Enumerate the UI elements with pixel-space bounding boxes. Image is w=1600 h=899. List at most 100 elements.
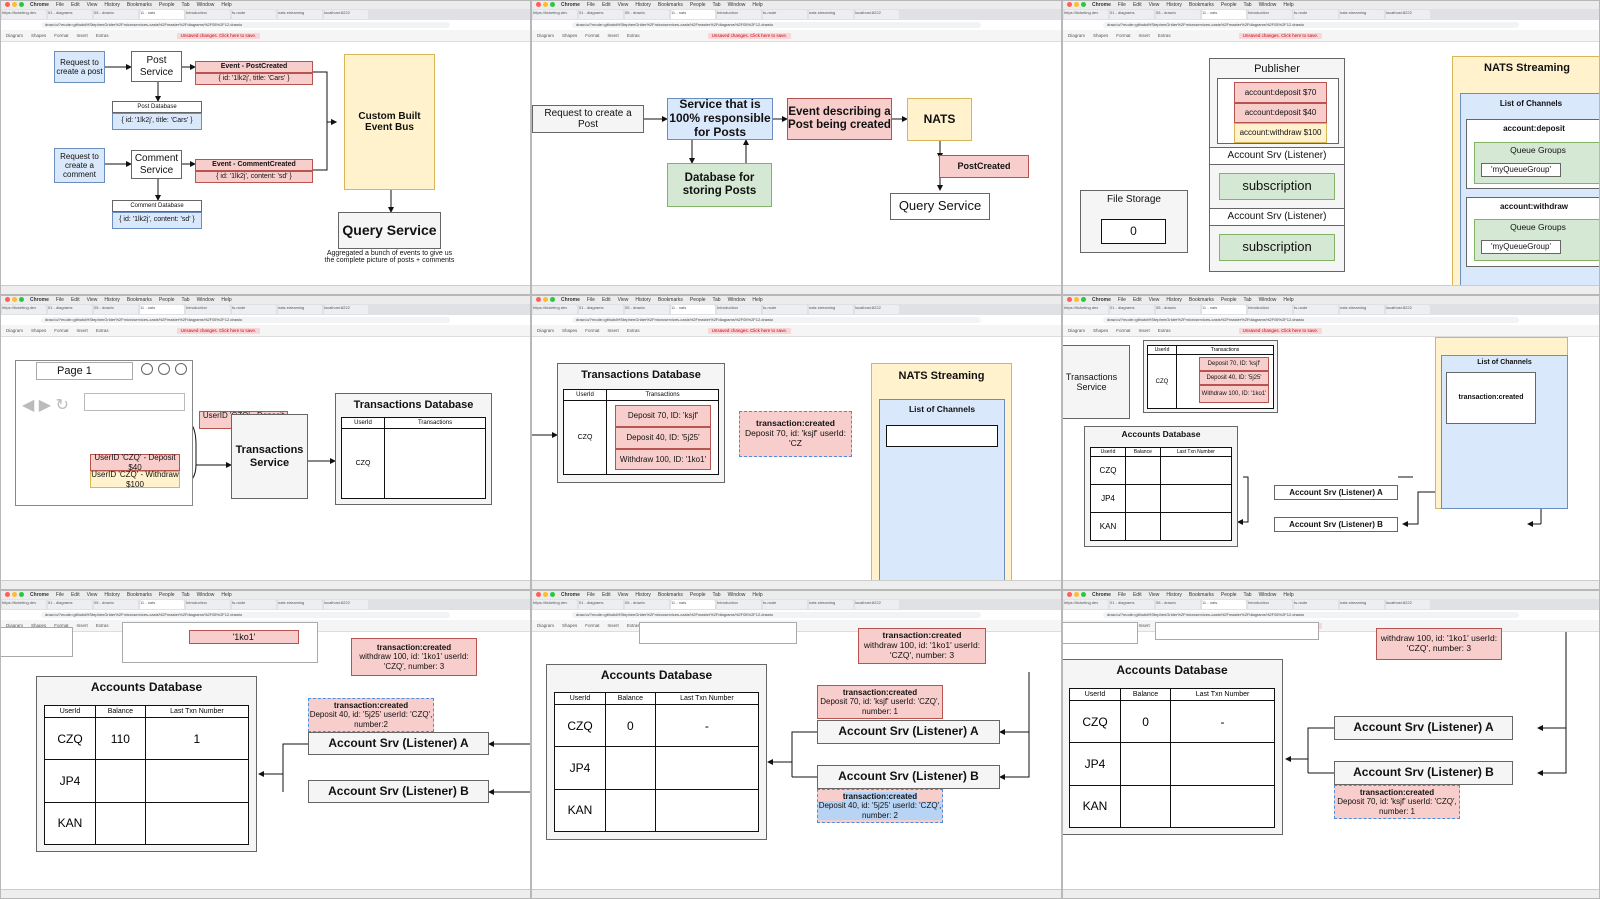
toolbar-item[interactable]: Insert bbox=[608, 33, 619, 38]
request-create-post[interactable]: Request to create a Post bbox=[532, 105, 644, 133]
diagram-canvas[interactable]: Publisher account:deposit $70 account:de… bbox=[1063, 42, 1599, 288]
window-control-icon[interactable] bbox=[1081, 297, 1086, 302]
menu-item[interactable]: History bbox=[1166, 592, 1182, 598]
menu-item[interactable]: Help bbox=[221, 297, 231, 303]
transactions-service[interactable]: Transactions Service bbox=[231, 414, 308, 499]
menu-item[interactable]: People bbox=[690, 592, 706, 598]
post-database[interactable]: Post Database bbox=[112, 101, 202, 113]
toolbar-item[interactable]: Shapes bbox=[562, 33, 577, 38]
unsaved-banner[interactable]: Unsaved changes. Click here to save. bbox=[707, 33, 792, 39]
toolbar-item[interactable]: Shapes bbox=[1093, 328, 1108, 333]
transactions-service[interactable]: Transactions Service bbox=[1063, 345, 1130, 419]
unsaved-banner[interactable]: Unsaved changes. Click here to save. bbox=[1238, 33, 1323, 39]
menu-item[interactable]: Tab bbox=[1244, 592, 1252, 598]
comment-database[interactable]: Comment Database bbox=[112, 200, 202, 212]
menu-item[interactable]: View bbox=[87, 297, 98, 303]
menu-item[interactable]: Window bbox=[197, 297, 215, 303]
window-control-icon[interactable] bbox=[543, 592, 548, 597]
browser-tab[interactable]: localhost:8222 bbox=[1386, 600, 1430, 609]
url-bar[interactable]: draw.io/?mode=github#HStephenGrider%2Fmi… bbox=[572, 22, 981, 28]
event-withdraw-100[interactable]: UserID 'CZQ' - Withdraw $100 bbox=[90, 470, 180, 489]
browser-mockup-tab[interactable]: Page 1 bbox=[36, 362, 133, 380]
posts-database[interactable]: Database for storing Posts bbox=[667, 163, 772, 207]
menu-item[interactable]: View bbox=[1149, 2, 1160, 8]
browser-tab[interactable]: https://ticketing.dev bbox=[2, 600, 46, 609]
browser-tab[interactable]: 01 - diagrams bbox=[579, 10, 623, 19]
toolbar-item[interactable]: Shapes bbox=[562, 328, 577, 333]
menu-item[interactable]: Bookmarks bbox=[1189, 592, 1214, 598]
menu-item[interactable]: Edit bbox=[1133, 592, 1142, 598]
post-service[interactable]: Post Service bbox=[131, 51, 182, 82]
listener-b-title[interactable]: Account Srv (Listener) bbox=[1209, 208, 1345, 226]
menu-item[interactable]: Help bbox=[1283, 2, 1293, 8]
window-control-icon[interactable] bbox=[12, 2, 17, 7]
app-menu[interactable]: Chrome bbox=[561, 297, 580, 303]
listener-a[interactable]: Account Srv (Listener) A bbox=[1334, 716, 1513, 740]
menu-item[interactable]: Tab bbox=[182, 297, 190, 303]
event-a[interactable]: transaction:created Deposit 70, id: 'ksj… bbox=[817, 685, 943, 719]
nats-box[interactable]: NATS bbox=[907, 98, 972, 141]
app-menu[interactable]: Chrome bbox=[1092, 297, 1111, 303]
browser-tab[interactable]: ts-node bbox=[232, 600, 276, 609]
browser-tab[interactable]: Introduction bbox=[186, 600, 230, 609]
listener-a[interactable]: Account Srv (Listener) A bbox=[308, 732, 489, 755]
url-bar[interactable]: draw.io/?mode=github#HStephenGrider%2Fmi… bbox=[41, 22, 450, 28]
menu-item[interactable]: File bbox=[587, 592, 595, 598]
queue-name-withdraw[interactable]: 'myQueueGroup' bbox=[1481, 240, 1561, 254]
event-comment-created[interactable]: Event - CommentCreated bbox=[195, 159, 313, 171]
menu-item[interactable]: Help bbox=[1283, 592, 1293, 598]
browser-tab[interactable]: 05 - drawio bbox=[1156, 305, 1200, 314]
menu-item[interactable]: Bookmarks bbox=[1189, 297, 1214, 303]
browser-tab[interactable]: ts-node bbox=[763, 600, 807, 609]
comment-database-row[interactable]: { id: '1lk2j', content: 'sd' } bbox=[112, 212, 202, 229]
browser-tab[interactable]: nats streaming bbox=[278, 600, 322, 609]
toolbar-item[interactable]: Shapes bbox=[31, 33, 46, 38]
custom-event-bus[interactable]: Custom Built Event Bus bbox=[344, 54, 435, 190]
browser-tab[interactable]: ts-node bbox=[763, 10, 807, 19]
browser-tab[interactable]: 11 - nats bbox=[140, 305, 184, 314]
menu-item[interactable]: Help bbox=[221, 2, 231, 8]
menu-item[interactable]: Window bbox=[197, 592, 215, 598]
url-bar[interactable]: draw.io/?mode=github#HStephenGrider%2Fmi… bbox=[572, 612, 981, 618]
toolbar-item[interactable]: Format bbox=[1116, 33, 1130, 38]
menu-item[interactable]: Edit bbox=[602, 592, 611, 598]
menu-item[interactable]: People bbox=[159, 592, 175, 598]
menu-item[interactable]: Edit bbox=[1133, 297, 1142, 303]
menu-item[interactable]: Help bbox=[752, 297, 762, 303]
window-control-icon[interactable] bbox=[12, 592, 17, 597]
browser-tab[interactable]: Introduction bbox=[1248, 305, 1292, 314]
browser-tab[interactable]: nats streaming bbox=[809, 10, 853, 19]
window-controls[interactable] bbox=[1067, 297, 1088, 303]
subscription-a[interactable]: subscription bbox=[1219, 173, 1335, 200]
browser-tab[interactable]: 01 - diagrams bbox=[48, 600, 92, 609]
menu-item[interactable]: View bbox=[618, 297, 629, 303]
toolbar-item[interactable]: Diagram bbox=[6, 33, 23, 38]
app-menu[interactable]: Chrome bbox=[561, 592, 580, 598]
menu-item[interactable]: Tab bbox=[182, 592, 190, 598]
diagram-canvas[interactable]: Request to create a Post Service that is… bbox=[532, 42, 1061, 286]
menu-item[interactable]: History bbox=[635, 297, 651, 303]
menu-item[interactable]: Bookmarks bbox=[127, 2, 152, 8]
browser-tab[interactable]: Introduction bbox=[717, 10, 761, 19]
browser-tab[interactable]: nats streaming bbox=[278, 305, 322, 314]
diagram-canvas[interactable]: Page 1 ◀ ▶ ↻ UserID 'CZQ' - Deposit $70 … bbox=[1, 337, 530, 581]
txn-2[interactable]: Deposit 40, ID: '5j25' bbox=[1199, 371, 1269, 385]
menu-item[interactable]: People bbox=[1221, 297, 1237, 303]
window-control-icon[interactable] bbox=[19, 297, 24, 302]
menu-item[interactable]: Tab bbox=[1244, 297, 1252, 303]
diagram-canvas[interactable]: withdraw 100, id: '1ko1' userId: 'CZQ', … bbox=[1063, 622, 1599, 890]
menu-item[interactable]: People bbox=[159, 297, 175, 303]
browser-tab[interactable]: nats streaming bbox=[809, 305, 853, 314]
subscription-b[interactable]: subscription bbox=[1219, 234, 1335, 261]
browser-tab[interactable]: nats streaming bbox=[1340, 305, 1384, 314]
window-control-icon[interactable] bbox=[5, 297, 10, 302]
event-b[interactable]: transaction:created Deposit 40, id: '5j2… bbox=[817, 789, 943, 823]
toolbar-item[interactable]: Insert bbox=[77, 623, 88, 628]
app-menu[interactable]: Chrome bbox=[1092, 2, 1111, 8]
toolbar-item[interactable]: Format bbox=[585, 328, 599, 333]
window-controls[interactable] bbox=[536, 2, 557, 8]
menu-item[interactable]: File bbox=[1118, 2, 1126, 8]
browser-tab[interactable]: https://ticketing.dev bbox=[1064, 10, 1108, 19]
toolbar-item[interactable]: Extras bbox=[627, 33, 640, 38]
event-transaction-created[interactable]: transaction:created Deposit 70, id: 'ksj… bbox=[739, 411, 852, 457]
